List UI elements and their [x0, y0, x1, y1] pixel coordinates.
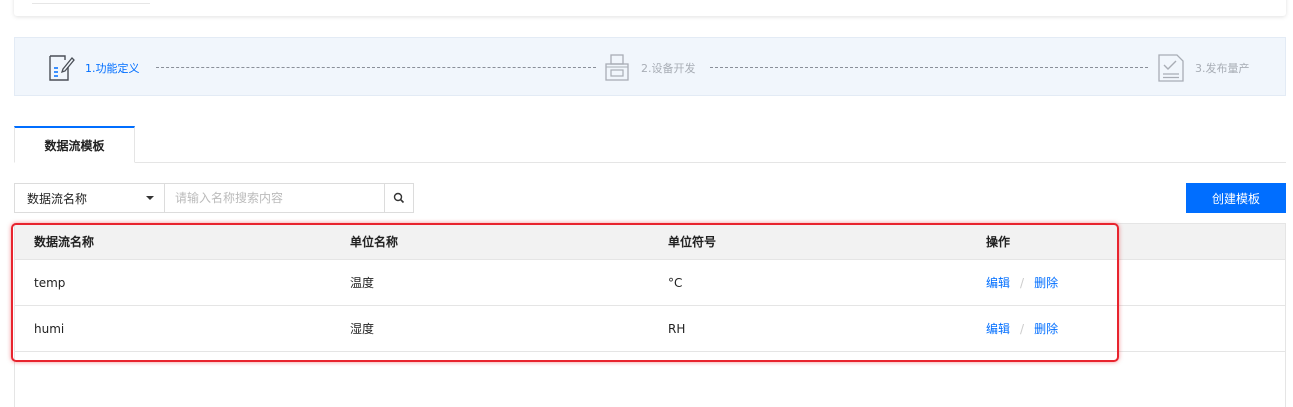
- header-unit-symbol: 单位符号: [668, 235, 717, 249]
- edit-link[interactable]: 编辑: [986, 320, 1010, 337]
- delete-link[interactable]: 删除: [1034, 320, 1058, 337]
- delete-link[interactable]: 删除: [1034, 274, 1058, 291]
- table-header: 数据流名称 单位名称 单位符号 操作: [15, 224, 1285, 260]
- checklist-icon: [1157, 51, 1185, 85]
- table-row: humi 湿度 RH 编辑 / 删除: [15, 306, 1285, 352]
- tab-data-stream-template[interactable]: 数据流模板: [14, 126, 135, 163]
- caret-down-icon: [146, 196, 154, 200]
- cell-actions: 编辑 / 删除: [986, 306, 1058, 351]
- printer-icon: [603, 51, 631, 85]
- search-button[interactable]: [385, 183, 414, 213]
- field-select[interactable]: 数据流名称: [14, 183, 165, 213]
- table-row: temp 温度 °C 编辑 / 删除: [15, 260, 1285, 306]
- cell-stream-name: humi: [34, 321, 65, 336]
- cell-actions: 编辑 / 删除: [986, 260, 1058, 305]
- cell-unit-symbol: RH: [668, 321, 686, 336]
- document-edit-icon: [47, 51, 75, 85]
- step-connector: [710, 67, 1148, 68]
- cell-unit-symbol: °C: [668, 275, 683, 290]
- step-label: 2.设备开发: [641, 61, 696, 75]
- create-template-button[interactable]: 创建模板: [1186, 183, 1286, 213]
- edit-link[interactable]: 编辑: [986, 274, 1010, 291]
- step-release[interactable]: 3.发布量产: [1157, 38, 1250, 97]
- action-separator: /: [1020, 275, 1025, 290]
- step-label: 1.功能定义: [85, 61, 140, 75]
- top-card: [14, 0, 1286, 16]
- step-device-development[interactable]: 2.设备开发: [603, 38, 696, 97]
- step-label: 3.发布量产: [1195, 61, 1250, 75]
- cell-unit-name: 温度: [350, 276, 375, 290]
- action-separator: /: [1020, 321, 1025, 336]
- field-select-value: 数据流名称: [27, 191, 88, 206]
- search-icon: [393, 192, 405, 204]
- step-indicator: 1.功能定义 2.设备开发 3.发布量产: [14, 37, 1286, 96]
- data-stream-table: 数据流名称 单位名称 单位符号 操作 temp 温度 °C 编辑 / 删除 hu…: [14, 223, 1286, 407]
- cell-unit-name: 湿度: [350, 322, 375, 336]
- step-connector: [156, 67, 596, 68]
- top-card-divider: [32, 0, 150, 4]
- header-stream-name: 数据流名称: [34, 235, 95, 249]
- step-function-definition[interactable]: 1.功能定义: [47, 38, 140, 97]
- header-unit-name: 单位名称: [350, 235, 399, 249]
- tab-bar: 数据流模板: [14, 126, 1286, 163]
- header-actions: 操作: [986, 235, 1011, 249]
- search-input[interactable]: [165, 183, 385, 213]
- cell-stream-name: temp: [34, 275, 66, 290]
- filter-bar: 数据流名称: [14, 183, 414, 213]
